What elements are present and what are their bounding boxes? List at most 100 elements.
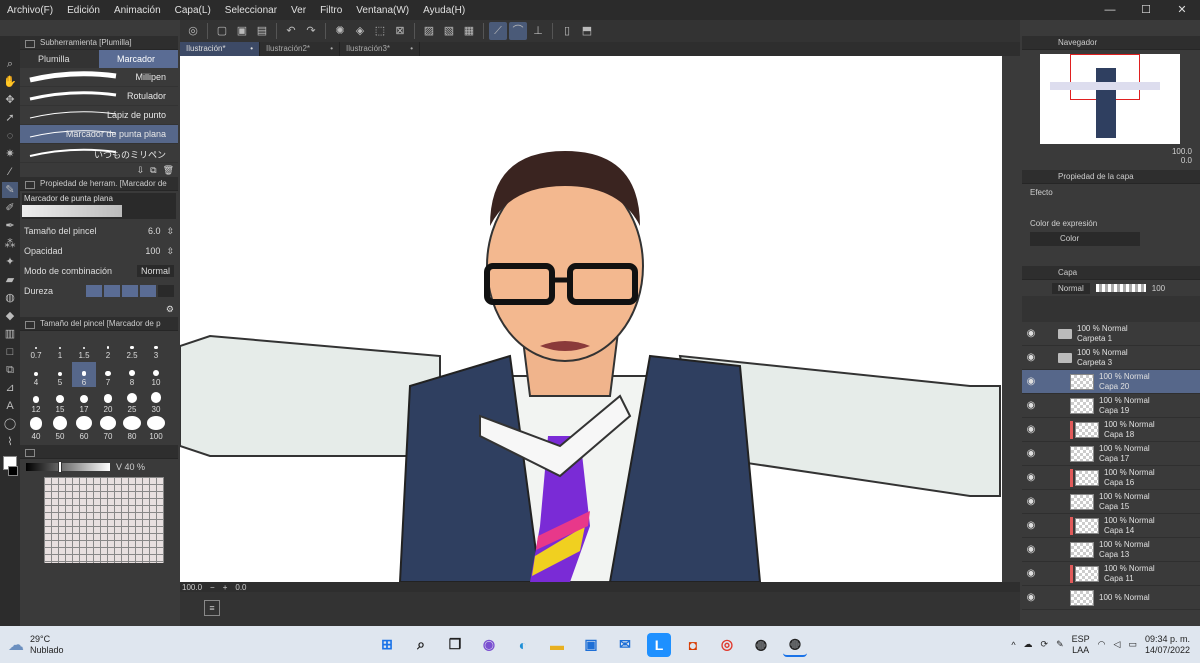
brush-size-option[interactable]: 1 <box>48 335 72 360</box>
drawing-canvas[interactable] <box>180 56 1002 582</box>
vertical-scrollbar[interactable] <box>1002 56 1020 582</box>
brush-size-option[interactable]: 17 <box>72 389 96 414</box>
app-logo-icon[interactable]: ◎ <box>184 22 202 40</box>
task-view-icon[interactable]: ❐ <box>443 633 467 657</box>
pen-tray-icon[interactable]: ✎ <box>1056 639 1064 650</box>
snap-grid-icon[interactable]: ⊥ <box>529 22 547 40</box>
document-tab[interactable]: Ilustración3* • <box>340 42 420 56</box>
brush-item[interactable]: Rotulador <box>20 87 178 106</box>
eye-icon[interactable]: ◉ <box>1022 376 1040 387</box>
menu-item-3[interactable]: Capa(L) <box>168 5 218 16</box>
brush-size-option[interactable]: 15 <box>48 389 72 414</box>
tab-close-icon[interactable]: • <box>410 42 413 56</box>
subtool-tab-marcador[interactable]: Marcador <box>99 50 178 68</box>
layer-row[interactable]: ◉ 100 % Normal Capa 13 <box>1022 538 1200 562</box>
layer-row[interactable]: ◉ 100 % Normal Carpeta 3 <box>1022 346 1200 370</box>
clip-studio-paint-icon[interactable]: ◍ <box>783 633 807 657</box>
figure-tool-icon[interactable]: □ <box>2 344 18 360</box>
eye-icon[interactable]: ◉ <box>1022 496 1040 507</box>
ruler-tool-icon[interactable]: ⊿ <box>2 380 18 396</box>
magic-wand-icon[interactable]: ✷ <box>2 146 18 162</box>
brush-item[interactable]: Lápiz de punto <box>20 106 178 125</box>
start-icon[interactable]: ⊞ <box>375 633 399 657</box>
blend-tool-icon[interactable]: ◍ <box>2 290 18 306</box>
layer-row[interactable]: ◉ 100 % Normal Capa 17 <box>1022 442 1200 466</box>
eye-icon[interactable]: ◉ <box>1022 544 1040 555</box>
selection-tool-2-icon[interactable]: ▧ <box>440 22 458 40</box>
menu-item-8[interactable]: Ayuda(H) <box>416 5 472 16</box>
nav-zoom[interactable]: 100.0 <box>1172 147 1192 156</box>
brush-size-option[interactable]: 10 <box>144 362 168 387</box>
copy-icon[interactable]: ⧉ <box>150 165 156 176</box>
brush-size-option[interactable]: 20 <box>96 389 120 414</box>
layer-row[interactable]: ◉ 100 % Normal Capa 19 <box>1022 394 1200 418</box>
new-file-icon[interactable]: ▢ <box>213 22 231 40</box>
brush-tool-icon[interactable]: ✒ <box>2 218 18 234</box>
close-icon[interactable]: ✕ <box>1164 0 1200 20</box>
sub-color-swatch[interactable] <box>8 466 18 476</box>
onedrive-icon[interactable]: ☁ <box>1024 639 1033 650</box>
tab-close-icon[interactable]: • <box>330 42 333 56</box>
frame-tool-icon[interactable]: ⧉ <box>2 362 18 378</box>
color-grid[interactable] <box>44 477 164 563</box>
operation-tool-icon[interactable]: ➚ <box>2 110 18 126</box>
fill-icon[interactable]: ◈ <box>351 22 369 40</box>
blend-select[interactable]: Normal <box>136 265 174 277</box>
selection-tool-1-icon[interactable]: ▨ <box>420 22 438 40</box>
eraser-icon[interactable]: ▰ <box>2 272 18 288</box>
clock-date[interactable]: 14/07/2022 <box>1145 645 1190 656</box>
brush-size-option[interactable]: 70 <box>96 416 120 441</box>
chat-icon[interactable]: ◉ <box>477 633 501 657</box>
snap-special-ruler-icon[interactable]: ⌒ <box>509 22 527 40</box>
edge-icon[interactable]: ◐ <box>511 633 535 657</box>
menu-item-0[interactable]: Archivo(F) <box>0 5 60 16</box>
layer-row[interactable]: ◉ 100 % Normal Capa 14 <box>1022 514 1200 538</box>
value-slider[interactable] <box>26 461 110 473</box>
eye-icon[interactable]: ◉ <box>1022 424 1040 435</box>
minimize-icon[interactable]: — <box>1092 0 1128 20</box>
brush-size-option[interactable]: 12 <box>24 389 48 414</box>
eyedropper-icon[interactable]: ⁄ <box>2 164 18 180</box>
open-file-icon[interactable]: ▣ <box>233 22 251 40</box>
layer-blend-select[interactable]: Normal <box>1052 282 1090 294</box>
lasso-tool-icon[interactable]: ◌ <box>2 128 18 144</box>
maximize-icon[interactable]: ☐ <box>1128 0 1164 20</box>
eye-icon[interactable]: ◉ <box>1022 472 1040 483</box>
brush-size-option[interactable]: 5 <box>48 362 72 387</box>
layer-row[interactable]: ◉ 100 % Normal Capa 20 <box>1022 370 1200 394</box>
brush-size-option[interactable]: 80 <box>120 416 144 441</box>
pencil-tool-icon[interactable]: ✐ <box>2 200 18 216</box>
panel-toggle-icon[interactable]: ≡ <box>204 600 220 616</box>
eye-icon[interactable]: ◉ <box>1022 568 1040 579</box>
menu-item-6[interactable]: Filtro <box>313 5 349 16</box>
eye-icon[interactable]: ◉ <box>1022 592 1040 603</box>
opacity-stepper-icon[interactable]: ⇳ <box>166 246 174 257</box>
brush-size-option[interactable]: 4 <box>24 362 48 387</box>
selection-tool-3-icon[interactable]: ▦ <box>460 22 478 40</box>
device-icon[interactable]: ▯ <box>558 22 576 40</box>
redo-icon[interactable]: ↷ <box>302 22 320 40</box>
navigator-preview[interactable] <box>1022 50 1200 144</box>
brush-size-option[interactable]: 3 <box>144 335 168 360</box>
size-value[interactable]: 6.0 <box>148 226 161 236</box>
expr-select[interactable]: Color <box>1030 232 1140 246</box>
gradient-icon[interactable]: ▥ <box>2 326 18 342</box>
brush-size-option[interactable]: 2.5 <box>120 335 144 360</box>
layer-row[interactable]: ◉ 100 % Normal Capa 15 <box>1022 490 1200 514</box>
decoration-icon[interactable]: ✦ <box>2 254 18 270</box>
brush-size-option[interactable]: 40 <box>24 416 48 441</box>
brush-size-option[interactable]: 7 <box>96 362 120 387</box>
clear-icon[interactable]: ✺ <box>331 22 349 40</box>
angle-readout[interactable]: 0.0 <box>235 583 246 592</box>
layer-row[interactable]: ◉ 100 % Normal Capa 18 <box>1022 418 1200 442</box>
document-tab[interactable]: Ilustración2* • <box>260 42 340 56</box>
text-tool-icon[interactable]: A <box>2 398 18 414</box>
save-icon[interactable]: ▤ <box>253 22 271 40</box>
lang-2[interactable]: LAA <box>1072 645 1090 656</box>
menu-item-2[interactable]: Animación <box>107 5 168 16</box>
tab-close-icon[interactable]: • <box>250 42 253 56</box>
opacity-value[interactable]: 100 <box>145 246 160 256</box>
menu-item-7[interactable]: Ventana(W) <box>349 5 416 16</box>
layer-opacity-slider[interactable] <box>1095 284 1146 292</box>
mail-icon[interactable]: ✉ <box>613 633 637 657</box>
